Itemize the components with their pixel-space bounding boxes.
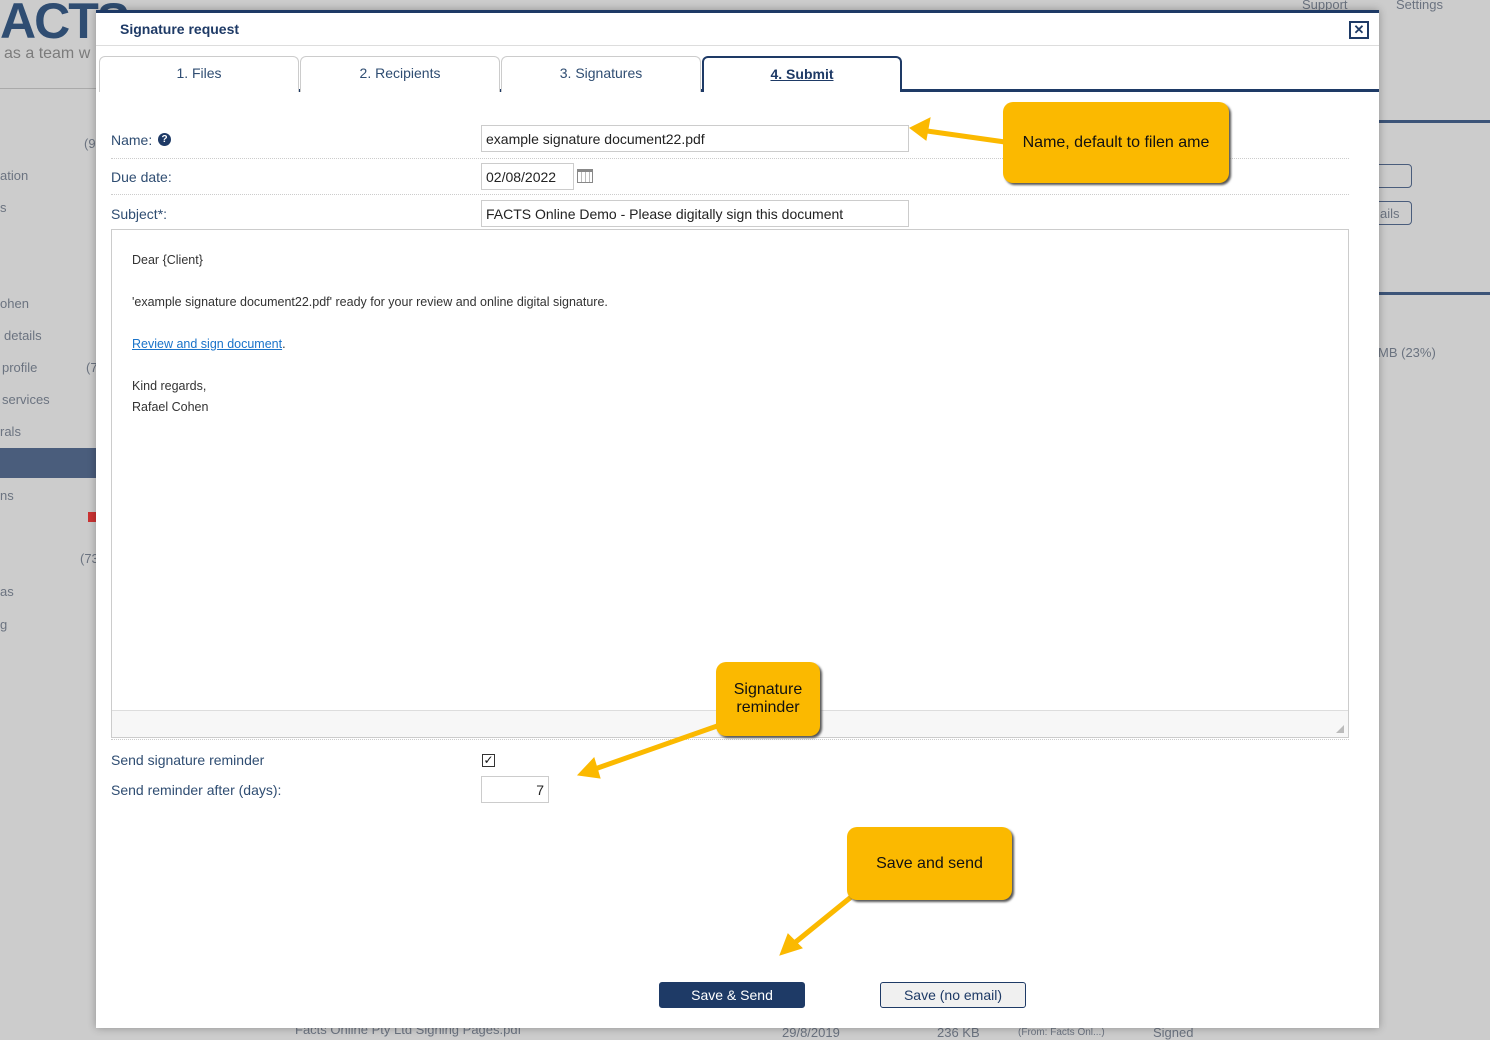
- arrow-reminder: [589, 722, 723, 773]
- callout-name: Name, default to filen ame: [1003, 102, 1229, 183]
- arrowhead: [576, 757, 601, 779]
- callout-arrows: [576, 117, 1008, 956]
- arrow-name: [917, 127, 1008, 145]
- arrowhead: [909, 117, 931, 141]
- callout-reminder: Signature reminder: [716, 662, 820, 736]
- arrow-save: [789, 890, 859, 948]
- callout-save: Save and send: [847, 827, 1012, 900]
